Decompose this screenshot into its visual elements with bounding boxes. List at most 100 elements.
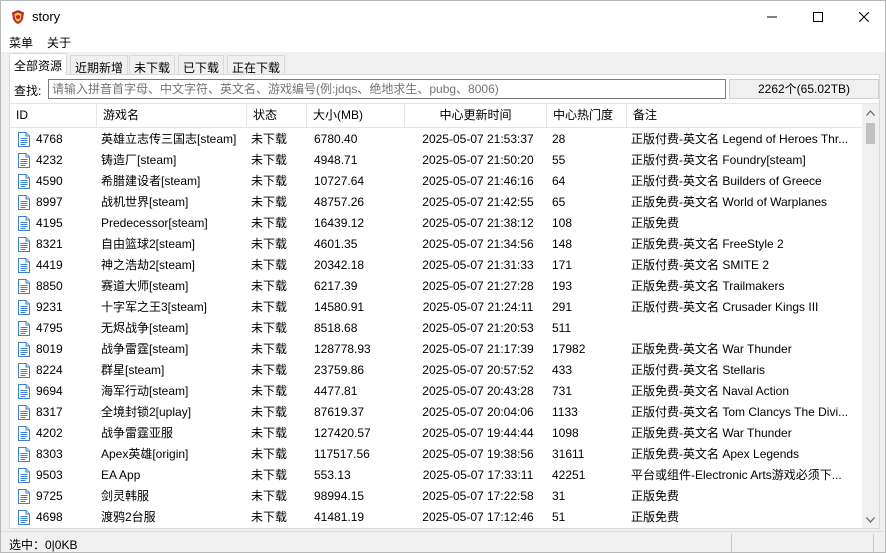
header-popularity[interactable]: 中心热门度	[547, 104, 627, 128]
table-row[interactable]: 9694 海军行动[steam] 未下载 4477.81 2025-05-07 20:4…	[10, 381, 862, 402]
file-icon	[18, 426, 30, 441]
cell-update-time: 2025-05-07 17:12:46	[422, 510, 534, 524]
table-row[interactable]: 9231 十字军之王3[steam] 未下载 14580.91 2025-05-07 2…	[10, 297, 862, 318]
cell-size: 6217.39	[314, 279, 358, 293]
tab-all-resources[interactable]: 全部资源	[9, 53, 68, 75]
cell-popularity: 55	[552, 153, 566, 167]
file-icon	[18, 468, 30, 483]
minimize-button[interactable]	[749, 1, 795, 32]
table-row[interactable]: 4202 战争雷霆亚服 未下载 127420.57 2025-05-07 19:44:4…	[10, 423, 862, 444]
tab-not-downloaded[interactable]: 未下载	[129, 55, 176, 75]
header-size[interactable]: 大小(MB)	[307, 104, 405, 128]
menu-item-about[interactable]: 关于	[47, 34, 71, 51]
selection-status: 选中：0|0KB	[9, 538, 78, 552]
cell-popularity: 28	[552, 132, 566, 146]
cell-game-name: 渡鸦2台服	[101, 510, 156, 524]
table-row[interactable]: 9503 EA App 未下载 553.13 2025-05-07 17:33:11 42…	[10, 465, 862, 486]
cell-game-name: EA App	[101, 468, 141, 482]
table-row[interactable]: 4698 渡鸦2台服 未下载 41481.19 2025-05-07 17:12:46 5…	[10, 507, 862, 528]
maximize-icon	[813, 11, 823, 22]
cell-note: 正版付费-英文名 Stellaris	[631, 363, 766, 377]
scroll-down-button[interactable]	[862, 511, 879, 528]
status-bar: 选中：0|0KB	[1, 531, 885, 552]
cell-status: 未下载	[251, 153, 288, 167]
cell-note	[631, 318, 861, 339]
cell-status: 未下载	[251, 384, 288, 398]
file-icon	[18, 384, 30, 399]
cell-status: 未下载	[251, 447, 288, 461]
cell-note: 正版付费-英文名 Legend of Heroes Thr...	[631, 132, 849, 146]
cell-size: 14580.91	[314, 300, 365, 314]
cell-game-name: Apex英雄[origin]	[101, 447, 189, 461]
file-icon	[18, 258, 30, 273]
tab-downloaded[interactable]: 已下载	[178, 55, 225, 75]
cell-size: 10727.64	[314, 174, 365, 188]
header-status[interactable]: 状态	[247, 104, 307, 128]
table-row[interactable]: 4419 神之浩劫2[steam] 未下载 20342.18 2025-05-07 21…	[10, 255, 862, 276]
table-row[interactable]: 8317 全境封锁2[uplay] 未下载 87619.37 2025-05-07 20…	[10, 402, 862, 423]
cell-id: 8997	[36, 195, 63, 209]
cell-id: 9503	[36, 468, 63, 482]
cell-note: 正版免费-英文名 Naval Action	[631, 384, 790, 398]
cell-id: 4202	[36, 426, 63, 440]
tab-downloading[interactable]: 正在下载	[227, 55, 286, 75]
app-window: story 菜单 关于 全部资源 近期新增 未下载 已下载 正在下载 查找: 2…	[0, 0, 886, 553]
cell-game-name: 自由篮球2[steam]	[101, 237, 196, 251]
table-row[interactable]: 8850 赛道大师[steam] 未下载 6217.39 2025-05-07 21:2…	[10, 276, 862, 297]
close-button[interactable]	[841, 1, 885, 32]
search-input[interactable]	[48, 79, 726, 99]
cell-id: 4698	[36, 510, 63, 524]
cell-note: 正版免费-英文名 Apex Legends	[631, 447, 800, 461]
cell-status: 未下载	[251, 300, 288, 314]
cell-note: 正版付费-英文名 SMITE 2	[631, 258, 770, 272]
cell-game-name: 战争雷霆亚服	[101, 426, 174, 440]
header-id[interactable]: ID	[10, 104, 97, 128]
cell-size: 16439.12	[314, 216, 365, 230]
table-row[interactable]: 8997 战机世界[steam] 未下载 48757.26 2025-05-07 21:…	[10, 192, 862, 213]
scrollbar-thumb[interactable]	[866, 123, 875, 144]
cell-size: 8518.68	[314, 321, 358, 335]
table-row[interactable]: 4195 Predecessor[steam] 未下载 16439.12 2025-05…	[10, 213, 862, 234]
table-row[interactable]: 8224 群星[steam] 未下载 23759.86 2025-05-07 20:57…	[10, 360, 862, 381]
scroll-up-button[interactable]	[862, 104, 879, 121]
file-icon	[18, 342, 30, 357]
cell-popularity: 1098	[552, 426, 579, 440]
menu-item-menu[interactable]: 菜单	[9, 34, 33, 51]
cell-note: 正版免费	[631, 510, 680, 524]
table-row[interactable]: 8321 自由篮球2[steam] 未下载 4601.35 2025-05-07 21:…	[10, 234, 862, 255]
maximize-button[interactable]	[795, 1, 841, 32]
app-shield-icon	[12, 10, 24, 24]
table-row[interactable]: 8019 战争雷霆[steam] 未下载 128778.93 2025-05-07 21…	[10, 339, 862, 360]
cell-popularity: 291	[552, 300, 573, 314]
cell-popularity: 31	[552, 489, 566, 503]
header-name[interactable]: 游戏名	[97, 104, 247, 128]
table-row[interactable]: 4590 希腊建设者[steam] 未下载 10727.64 2025-05-07 21…	[10, 171, 862, 192]
cell-id: 8019	[36, 342, 63, 356]
cell-status: 未下载	[251, 132, 288, 146]
cell-size: 117517.56	[314, 447, 370, 461]
table-row[interactable]: 8303 Apex英雄[origin] 未下载 117517.56 2025-05-07…	[10, 444, 862, 465]
header-update-time[interactable]: 中心更新时间	[405, 104, 547, 128]
table-row[interactable]: 4795 无烬战争[steam] 未下载 8518.68 2025-05-07 21:2…	[10, 318, 862, 339]
vertical-scrollbar[interactable]	[862, 104, 879, 528]
cell-status: 未下载	[251, 426, 288, 440]
table-row[interactable]: 4768 英雄立志传三国志[steam] 未下载 6780.40 2025-05-07 …	[10, 129, 862, 150]
cell-status: 未下载	[251, 342, 288, 356]
header-note[interactable]: 备注	[627, 104, 862, 128]
tab-recently-added[interactable]: 近期新增	[70, 55, 129, 75]
cell-size: 553.13	[314, 468, 351, 482]
cell-size: 6780.40	[314, 132, 358, 146]
table-row[interactable]: 9725 剑灵韩服 未下载 98994.15 2025-05-07 17:22:58 31…	[10, 486, 862, 507]
cell-popularity: 731	[552, 384, 573, 398]
resource-count: 2262个(65.02TB)	[729, 79, 879, 99]
file-icon	[18, 132, 30, 147]
cell-update-time: 2025-05-07 21:53:37	[422, 132, 534, 146]
games-table: ID 游戏名 状态 大小(MB) 中心更新时间 中心热门度 备注 4768 英雄立…	[10, 103, 879, 528]
status-divider	[873, 534, 874, 552]
cell-note: 正版免费	[631, 216, 680, 230]
search-label: 查找:	[14, 84, 42, 98]
table-row[interactable]: 4232 铸造厂[steam] 未下载 4948.71 2025-05-07 21:50…	[10, 150, 862, 171]
title-bar[interactable]: story	[1, 1, 885, 32]
cell-size: 128778.93	[314, 342, 371, 356]
cell-id: 4195	[36, 216, 63, 230]
